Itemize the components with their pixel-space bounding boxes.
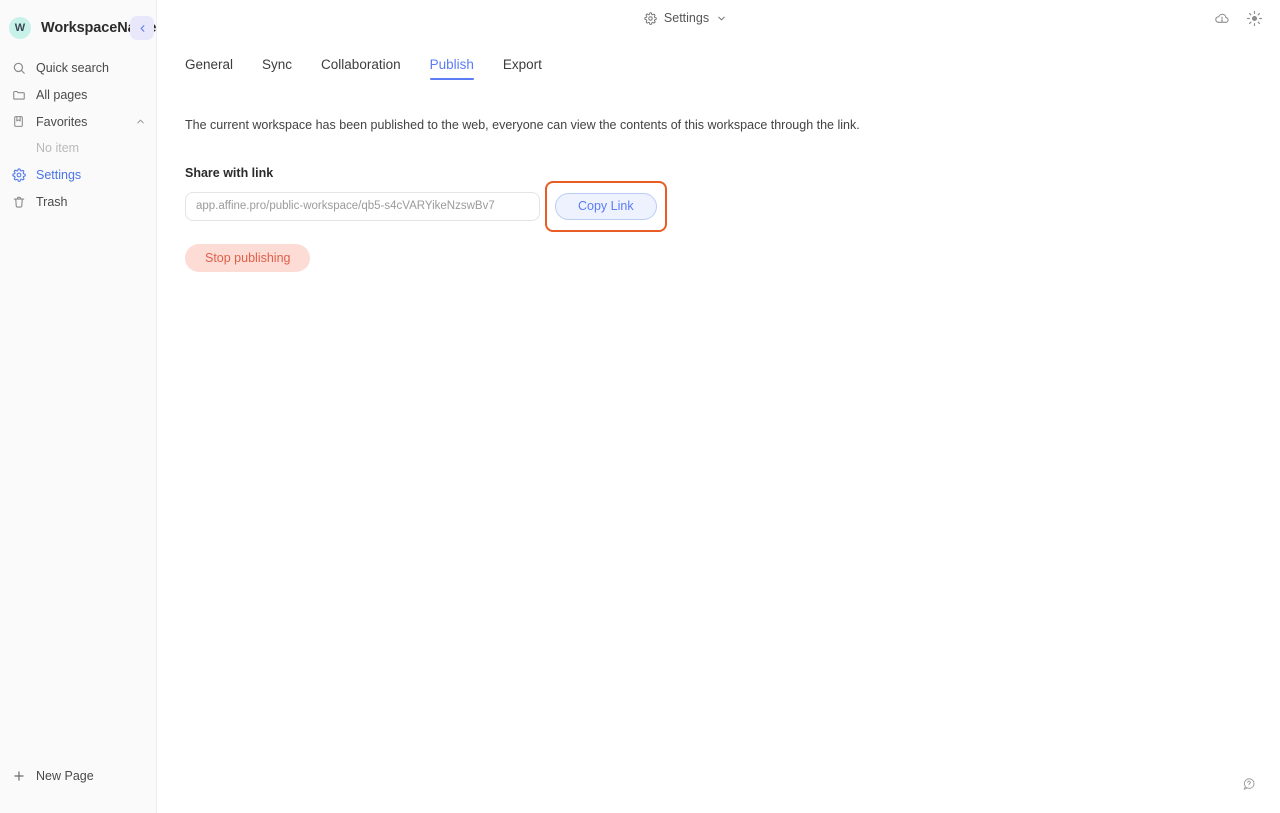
copy-link-button[interactable]: Copy Link xyxy=(555,192,657,220)
topbar-actions xyxy=(1210,6,1266,30)
folder-icon xyxy=(10,86,27,103)
topbar: Settings xyxy=(157,0,1280,36)
sidebar-item-trash[interactable]: Trash xyxy=(0,188,156,215)
workspace-selector[interactable]: W WorkspaceName xyxy=(0,12,156,44)
tab-sync[interactable]: Sync xyxy=(262,57,292,80)
share-with-link-label: Share with link xyxy=(185,165,274,180)
sun-brightness-icon[interactable] xyxy=(1242,6,1266,30)
settings-title-dropdown[interactable]: Settings xyxy=(638,8,733,28)
settings-tabs: General Sync Collaboration Publish Expor… xyxy=(185,48,1280,80)
trash-icon xyxy=(10,193,27,210)
sidebar-item-label: Favorites xyxy=(36,114,88,129)
topbar-title: Settings xyxy=(663,11,710,25)
workspace-avatar: W xyxy=(9,17,31,39)
publish-description: The current workspace has been published… xyxy=(185,118,860,132)
bookmark-icon xyxy=(10,113,27,130)
favorites-empty-label: No item xyxy=(36,141,80,155)
gear-icon xyxy=(644,11,657,25)
tab-collaboration[interactable]: Collaboration xyxy=(321,57,401,80)
chevron-down-icon xyxy=(716,13,727,24)
chevron-up-icon[interactable] xyxy=(135,116,146,127)
cloud-sync-icon[interactable] xyxy=(1210,6,1234,30)
tab-export[interactable]: Export xyxy=(503,57,542,80)
help-question-icon[interactable] xyxy=(1236,771,1262,797)
new-page-button[interactable]: New Page xyxy=(0,761,156,791)
sidebar-collapse-button[interactable] xyxy=(130,16,154,40)
sidebar: W WorkspaceName Quick search All pages F… xyxy=(0,0,157,813)
sidebar-item-label: Quick search xyxy=(36,60,109,75)
stop-publishing-button[interactable]: Stop publishing xyxy=(185,243,311,272)
gear-icon xyxy=(10,166,27,183)
new-page-label: New Page xyxy=(36,769,94,783)
settings-content: General Sync Collaboration Publish Expor… xyxy=(185,48,1280,272)
share-link-input[interactable] xyxy=(185,191,540,221)
sidebar-nav: Quick search All pages Favorites No item xyxy=(0,54,156,215)
sidebar-item-label: All pages xyxy=(36,87,88,102)
chevron-left-icon xyxy=(137,23,148,34)
sidebar-item-all-pages[interactable]: All pages xyxy=(0,81,156,108)
plus-icon xyxy=(10,768,27,785)
main-panel: Settings General Sync Collaboration Publ… xyxy=(157,0,1280,813)
sidebar-item-label: Trash xyxy=(36,194,68,209)
sidebar-item-favorites[interactable]: Favorites xyxy=(0,108,156,135)
topbar-center: Settings xyxy=(157,8,1280,28)
tab-general[interactable]: General xyxy=(185,57,233,80)
copy-link-wrapper: Copy Link xyxy=(545,180,667,232)
tab-publish[interactable]: Publish xyxy=(429,57,475,80)
share-link-row: Copy Link xyxy=(185,180,1280,232)
sidebar-item-label: Settings xyxy=(36,167,82,182)
app-root: W WorkspaceName Quick search All pages F… xyxy=(0,0,1280,813)
sidebar-item-settings[interactable]: Settings xyxy=(0,161,156,188)
search-icon xyxy=(10,59,27,76)
sidebar-item-quick-search[interactable]: Quick search xyxy=(0,54,156,81)
